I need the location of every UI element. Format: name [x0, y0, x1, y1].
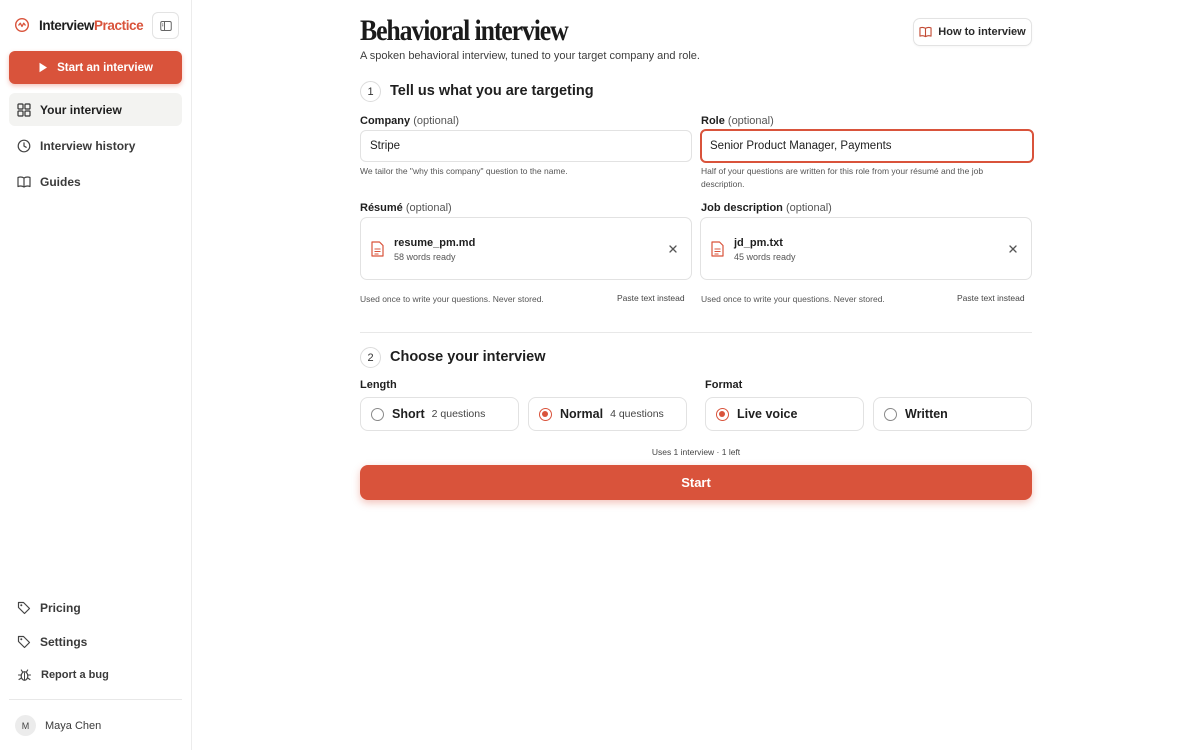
role-input[interactable]	[700, 129, 1034, 163]
brand-name: InterviewPractice	[39, 17, 144, 33]
resume-paste-link[interactable]: Paste text instead	[617, 293, 685, 303]
format-label: Format	[705, 379, 743, 391]
company-label: Company (optional)	[360, 115, 460, 127]
radio-button[interactable]	[539, 407, 552, 421]
user-menu[interactable]: M Maya Chen	[15, 715, 101, 736]
format-option-written[interactable]: Written	[873, 397, 1032, 431]
nav-pricing[interactable]: Pricing	[9, 591, 182, 624]
start-interview-label: Start an interview	[57, 61, 153, 74]
nav-label: Settings	[40, 634, 88, 649]
tag-icon	[17, 635, 31, 648]
remove-job-description-button[interactable]	[1007, 243, 1019, 255]
start-interview-button[interactable]: Start an interview	[9, 51, 182, 84]
format-option-live-voice[interactable]: Live voice	[705, 397, 864, 431]
bug-icon	[17, 668, 32, 681]
section-title: Tell us what you are targeting	[390, 83, 594, 99]
nav-report-bug[interactable]: Report a bug	[9, 658, 182, 691]
option-title: Normal	[560, 407, 604, 421]
user-name: Maya Chen	[45, 719, 102, 732]
job-description-note: Used once to write your questions. Never…	[701, 294, 885, 304]
option-title: Written	[905, 407, 948, 421]
nav-your-interview[interactable]: Your interview	[9, 93, 182, 126]
brand[interactable]: InterviewPractice	[14, 14, 144, 36]
sidebar: InterviewPractice Start an interview You…	[0, 0, 192, 750]
nav-settings[interactable]: Settings	[9, 625, 182, 658]
resume-file-name: resume_pm.md	[394, 237, 476, 249]
company-hint: We tailor the "why this company" questio…	[360, 166, 568, 176]
job-description-file-meta: 45 words ready	[734, 252, 796, 262]
length-option-short[interactable]: Short 2 questions	[360, 397, 519, 431]
close-icon	[669, 245, 677, 253]
nav-label: Your interview	[40, 102, 122, 117]
resume-file-meta: 58 words ready	[394, 252, 456, 262]
role-hint: Half of your questions are written for t…	[701, 166, 984, 189]
book-icon	[17, 175, 31, 188]
tag-icon	[17, 601, 31, 614]
play-icon	[39, 62, 48, 73]
job-description-label: Job description (optional)	[701, 202, 832, 214]
grid-icon	[17, 102, 31, 117]
nav-label: Interview history	[40, 138, 136, 153]
role-label: Role (optional)	[701, 115, 774, 127]
nav-label: Guides	[40, 174, 81, 189]
radio-button[interactable]	[716, 407, 729, 421]
step-number: 1	[360, 81, 381, 102]
section-title: Choose your interview	[390, 349, 546, 365]
how-to-interview-label: How to interview	[938, 26, 1026, 38]
option-subtitle: 2 questions	[431, 408, 486, 420]
nav-interview-history[interactable]: Interview history	[9, 129, 182, 162]
book-icon	[919, 26, 932, 38]
option-title: Short	[392, 407, 425, 421]
nav-label: Report a bug	[41, 668, 109, 681]
resume-note: Used once to write your questions. Never…	[360, 294, 544, 304]
close-icon	[1009, 245, 1017, 253]
company-input[interactable]	[360, 130, 692, 162]
avatar: M	[15, 715, 36, 736]
length-label: Length	[360, 379, 397, 391]
length-option-normal[interactable]: Normal 4 questions	[528, 397, 687, 431]
file-icon	[711, 241, 724, 257]
file-icon	[371, 241, 384, 257]
resume-label: Résumé (optional)	[360, 202, 452, 214]
brand-logo-icon	[14, 17, 30, 33]
remove-resume-button[interactable]	[667, 243, 679, 255]
resume-file-card[interactable]: resume_pm.md 58 words ready	[360, 217, 692, 280]
radio-button[interactable]	[371, 407, 384, 421]
option-subtitle: 4 questions	[610, 408, 664, 420]
nav-guides[interactable]: Guides	[9, 165, 182, 198]
how-to-interview-button[interactable]: How to interview	[913, 18, 1032, 46]
start-button[interactable]: Start	[360, 465, 1032, 500]
section-divider	[360, 332, 1032, 333]
sidebar-toggle-icon	[159, 20, 172, 31]
clock-icon	[17, 139, 31, 152]
page-subtitle: A spoken behavioral interview, tuned to …	[360, 50, 700, 62]
job-description-file-card[interactable]: jd_pm.txt 45 words ready	[700, 217, 1032, 280]
sidebar-divider	[9, 699, 182, 700]
page-title: Behavioral interview	[360, 14, 569, 47]
job-description-file-name: jd_pm.txt	[734, 237, 783, 249]
step-number: 2	[360, 347, 381, 368]
radio-button[interactable]	[884, 407, 897, 421]
usage-note: Uses 1 interview · 1 left	[651, 447, 741, 457]
job-description-paste-link[interactable]: Paste text instead	[957, 293, 1025, 303]
option-title: Live voice	[737, 407, 798, 421]
sidebar-toggle-button[interactable]	[152, 12, 179, 39]
nav-label: Pricing	[40, 600, 81, 615]
